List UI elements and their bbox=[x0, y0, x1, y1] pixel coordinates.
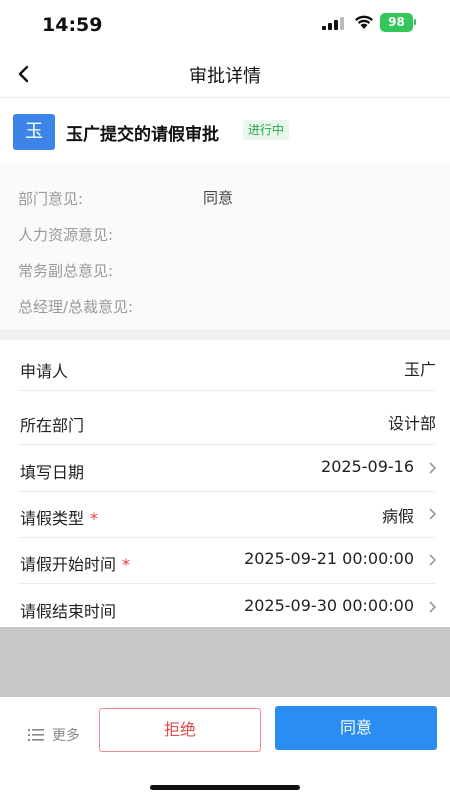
more-button[interactable]: 更多 bbox=[28, 725, 80, 745]
signal-icon bbox=[322, 17, 346, 30]
department-value: 设计部 bbox=[387, 414, 436, 433]
chevron-right-icon bbox=[429, 508, 437, 520]
opinion-section: 部门意见: 同意 人力资源意见: 常务副总意见: 总经理/总裁意见: bbox=[0, 161, 450, 329]
leave-type-label-text: 请假类型 bbox=[20, 509, 85, 528]
status-bar: 14:59 98 bbox=[0, 0, 450, 50]
page-title: 审批详情 bbox=[189, 66, 261, 87]
leave-start-label: 请假开始时间 * bbox=[20, 551, 130, 575]
opinion-label-hr: 人力资源意见: bbox=[18, 226, 114, 244]
home-indicator[interactable] bbox=[150, 785, 300, 790]
applicant-value: 玉广 bbox=[403, 360, 436, 379]
required-mark: * bbox=[122, 555, 131, 574]
form-row-leave-type[interactable]: 请假类型 * 病假 bbox=[0, 492, 450, 538]
reject-button[interactable]: 拒绝 bbox=[99, 708, 261, 752]
status-badge: 进行中 bbox=[243, 120, 290, 140]
nav-bar: 审批详情 bbox=[0, 50, 450, 98]
chevron-right-icon bbox=[429, 601, 437, 613]
opinion-label-ceo: 总经理/总裁意见: bbox=[18, 298, 134, 316]
fill-date-label: 填写日期 bbox=[20, 463, 85, 482]
opinion-label-department: 部门意见: bbox=[18, 190, 84, 208]
opinion-label-vp: 常务副总意见: bbox=[18, 262, 114, 280]
list-icon bbox=[28, 729, 44, 741]
approval-title: 玉广提交的请假审批 bbox=[66, 125, 219, 145]
form-row-applicant: 申请人 玉广 bbox=[0, 345, 450, 391]
bottom-action-bar: 更多 拒绝 同意 bbox=[0, 697, 450, 800]
row-divider bbox=[18, 444, 436, 445]
department-label: 所在部门 bbox=[20, 416, 85, 435]
approval-header: 玉 玉广提交的请假审批 进行中 bbox=[0, 99, 450, 161]
approve-button[interactable]: 同意 bbox=[275, 706, 437, 750]
chevron-right-icon bbox=[429, 554, 437, 566]
battery-tip bbox=[414, 19, 416, 25]
leave-type-label: 请假类型 * bbox=[20, 505, 98, 529]
leave-end-label: 请假结束时间 bbox=[20, 602, 117, 621]
section-divider bbox=[0, 329, 450, 340]
wifi-icon bbox=[355, 15, 373, 29]
battery-icon: 98 bbox=[380, 13, 413, 32]
avatar: 玉 bbox=[13, 114, 55, 150]
form-row-fill-date[interactable]: 填写日期 2025-09-16 bbox=[0, 446, 450, 492]
leave-start-value: 2025-09-21 00:00:00 bbox=[244, 549, 414, 568]
form-row-leave-start[interactable]: 请假开始时间 * 2025-09-21 00:00:00 bbox=[0, 538, 450, 584]
opinion-value-department: 同意 bbox=[203, 189, 234, 207]
content-placeholder bbox=[0, 627, 450, 697]
required-mark: * bbox=[90, 509, 99, 528]
leave-start-label-text: 请假开始时间 bbox=[20, 555, 117, 574]
form-row-department: 所在部门 设计部 bbox=[0, 399, 450, 445]
row-divider bbox=[18, 390, 436, 391]
more-label: 更多 bbox=[52, 728, 80, 744]
form-row-leave-end[interactable]: 请假结束时间 2025-09-30 00:00:00 bbox=[0, 585, 450, 631]
leave-type-value: 病假 bbox=[381, 507, 414, 526]
applicant-label: 申请人 bbox=[20, 362, 69, 381]
status-time: 14:59 bbox=[42, 14, 103, 36]
fill-date-value: 2025-09-16 bbox=[321, 457, 414, 476]
row-divider bbox=[18, 583, 436, 584]
chevron-right-icon bbox=[429, 462, 437, 474]
leave-end-value: 2025-09-30 00:00:00 bbox=[244, 596, 414, 615]
